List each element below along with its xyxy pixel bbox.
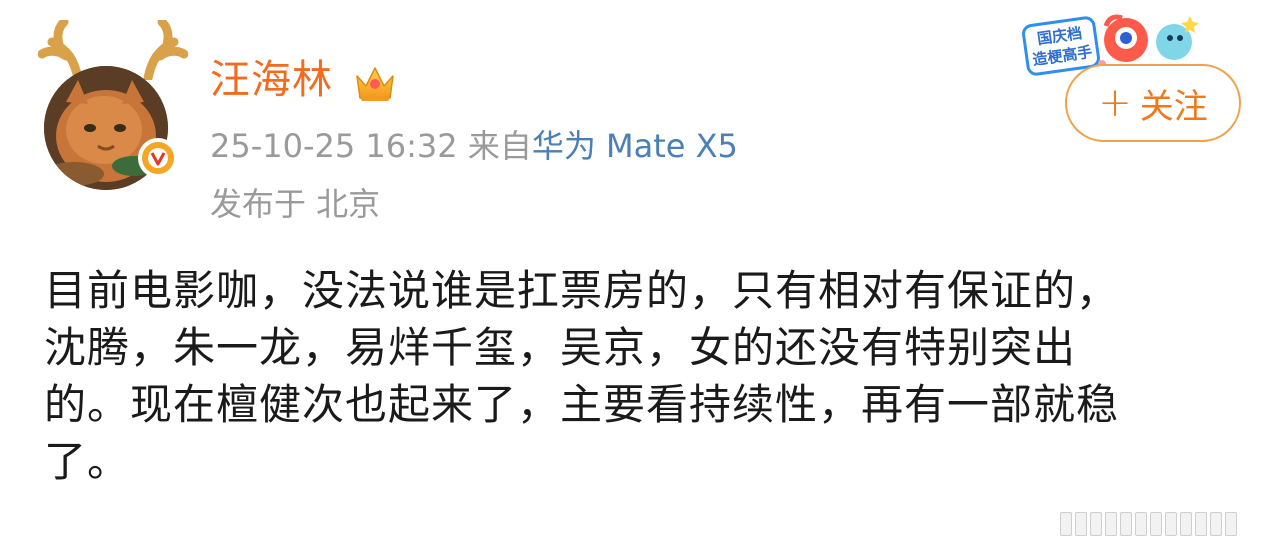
follow-label: 关注 [1139,86,1208,127]
follow-button[interactable]: + 关注 [1065,64,1241,142]
post-text-line: 目前电影咖，没法说谁是扛票房的，只有相对有保证的， [44,266,1120,315]
source-prefix: 来自 [467,127,532,165]
post-text-line: 沈腾，朱一龙，易烊千玺，吴京，女的还没有特别突出 [44,323,1077,372]
post-content: 目前电影咖，没法说谁是扛票房的，只有相对有保证的， 沈腾，朱一龙，易烊千玺，吴京… [44,262,1244,490]
avatar-container[interactable] [38,20,188,190]
post-location: 发布于 北京 [210,185,381,223]
watermark [1060,510,1260,538]
post-timestamp: 25-10-25 16:32 [210,127,458,165]
post-meta: 25-10-25 16:32 来自华为 Mate X5 [210,130,738,162]
post-text-line: 了。 [44,437,131,486]
crown-icon [356,67,394,101]
verified-badge [138,138,178,178]
device-link[interactable]: 华为 Mate X5 [532,127,738,165]
weibo-post-card: 汪海林 25-10-25 16:32 来自华为 Mate X5 发布于 北京 国… [0,0,1283,553]
antler-icon [143,20,188,80]
plus-icon: + [1098,80,1132,126]
verified-v-icon [148,148,168,168]
post-text-line: 的。现在檀健次也起来了，主要看持续性，再有一部就稳 [44,380,1120,429]
username[interactable]: 汪海林 [210,60,333,100]
